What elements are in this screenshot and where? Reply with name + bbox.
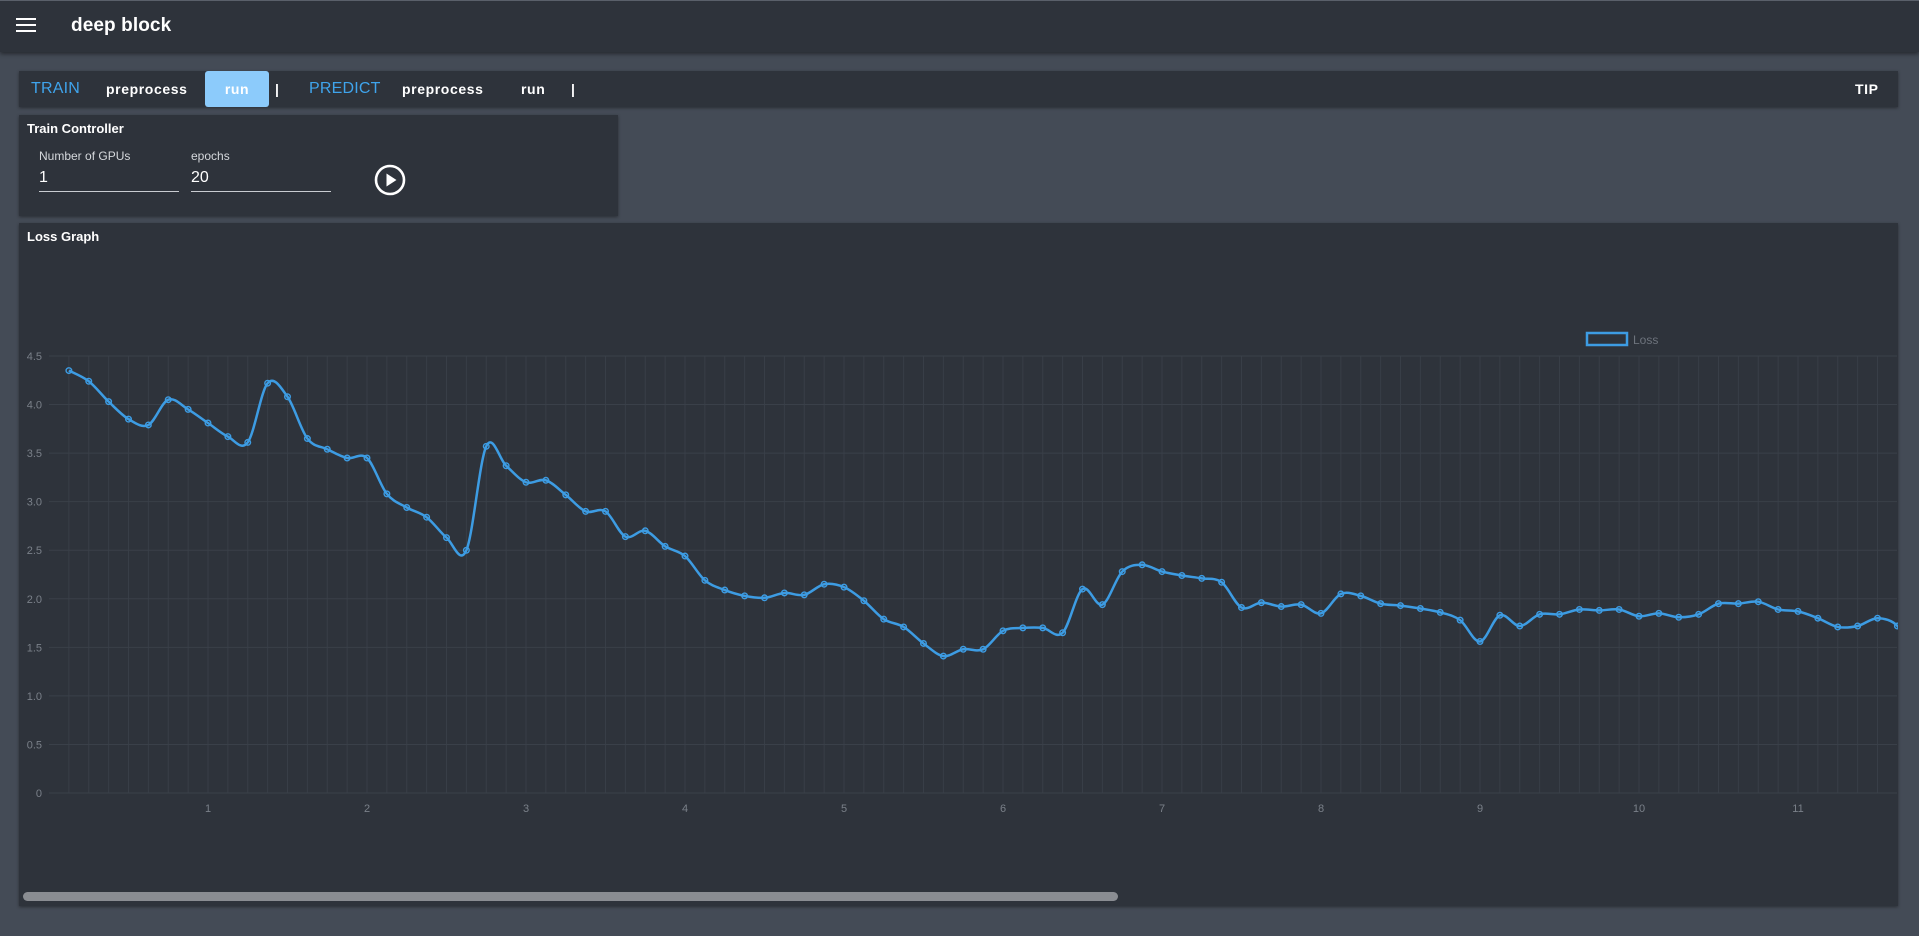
panel-title: Train Controller [27,121,124,136]
tab-predict-preprocess[interactable]: preprocess [402,71,483,107]
y-tick-label: 3.5 [27,448,42,460]
x-tick-label: 2 [364,803,370,815]
x-tick-label: 11 [1792,803,1803,815]
y-tick-label: 3.0 [27,497,42,509]
x-tick-label: 4 [682,803,688,815]
graph-title: Loss Graph [27,229,100,244]
x-tick-label: 9 [1477,803,1483,815]
nav-separator: | [275,81,279,97]
gpus-input[interactable] [39,165,179,192]
x-tick-label: 3 [523,803,529,815]
y-tick-label: 4.5 [27,351,42,363]
app-title: deep block [71,15,172,36]
y-tick-label: 4.0 [27,400,42,412]
tab-train-run[interactable]: run [205,71,269,107]
loss-graph-panel: 0 0.5 1.0 1.5 2.0 2.5 3.0 3.5 4.0 4.5 1 2 3 4 5 6 7 8 9 10 1… [19,223,1898,906]
loss-chart: 0 0.5 1.0 1.5 2.0 2.5 3.0 3.5 4.0 4.5 1 2 3 4 5 6 7 8 9 10 1… [27,331,1898,815]
y-tick-label: 0 [36,788,42,800]
legend-label: Loss [1633,333,1658,347]
tab-train[interactable]: TRAIN [31,71,80,107]
app-bar: deep block [0,0,1919,52]
legend-swatch [1585,331,1629,347]
train-controller-panel: Train Controller Number of GPUs epochs [19,115,618,216]
y-tick-label: 0.5 [27,739,42,751]
x-tick-label: 6 [1000,803,1006,815]
x-tick-label: 5 [841,803,847,815]
y-tick-label: 1.0 [27,691,42,703]
x-tick-label: 8 [1318,803,1324,815]
tab-bar: TRAIN preprocess run | PREDICT preproces… [19,71,1898,107]
nav-separator: | [571,81,575,97]
tab-predict-run[interactable]: run [521,71,545,107]
tab-train-preprocess[interactable]: preprocess [106,71,187,107]
y-tick-label: 2.5 [27,545,42,557]
play-circle-icon[interactable] [373,163,407,197]
x-tick-label: 7 [1159,803,1165,815]
tip-button[interactable]: TIP [1855,71,1879,107]
y-tick-label: 2.0 [27,594,42,606]
epochs-input[interactable] [191,165,331,192]
horizontal-scrollbar[interactable] [23,892,1118,901]
x-tick-label: 10 [1633,803,1645,815]
epochs-label: epochs [191,149,230,163]
x-tick-label: 1 [205,803,211,815]
y-tick-label: 1.5 [27,642,42,654]
gpus-label: Number of GPUs [39,149,131,163]
hamburger-icon[interactable] [16,18,36,34]
tab-predict[interactable]: PREDICT [309,71,381,107]
